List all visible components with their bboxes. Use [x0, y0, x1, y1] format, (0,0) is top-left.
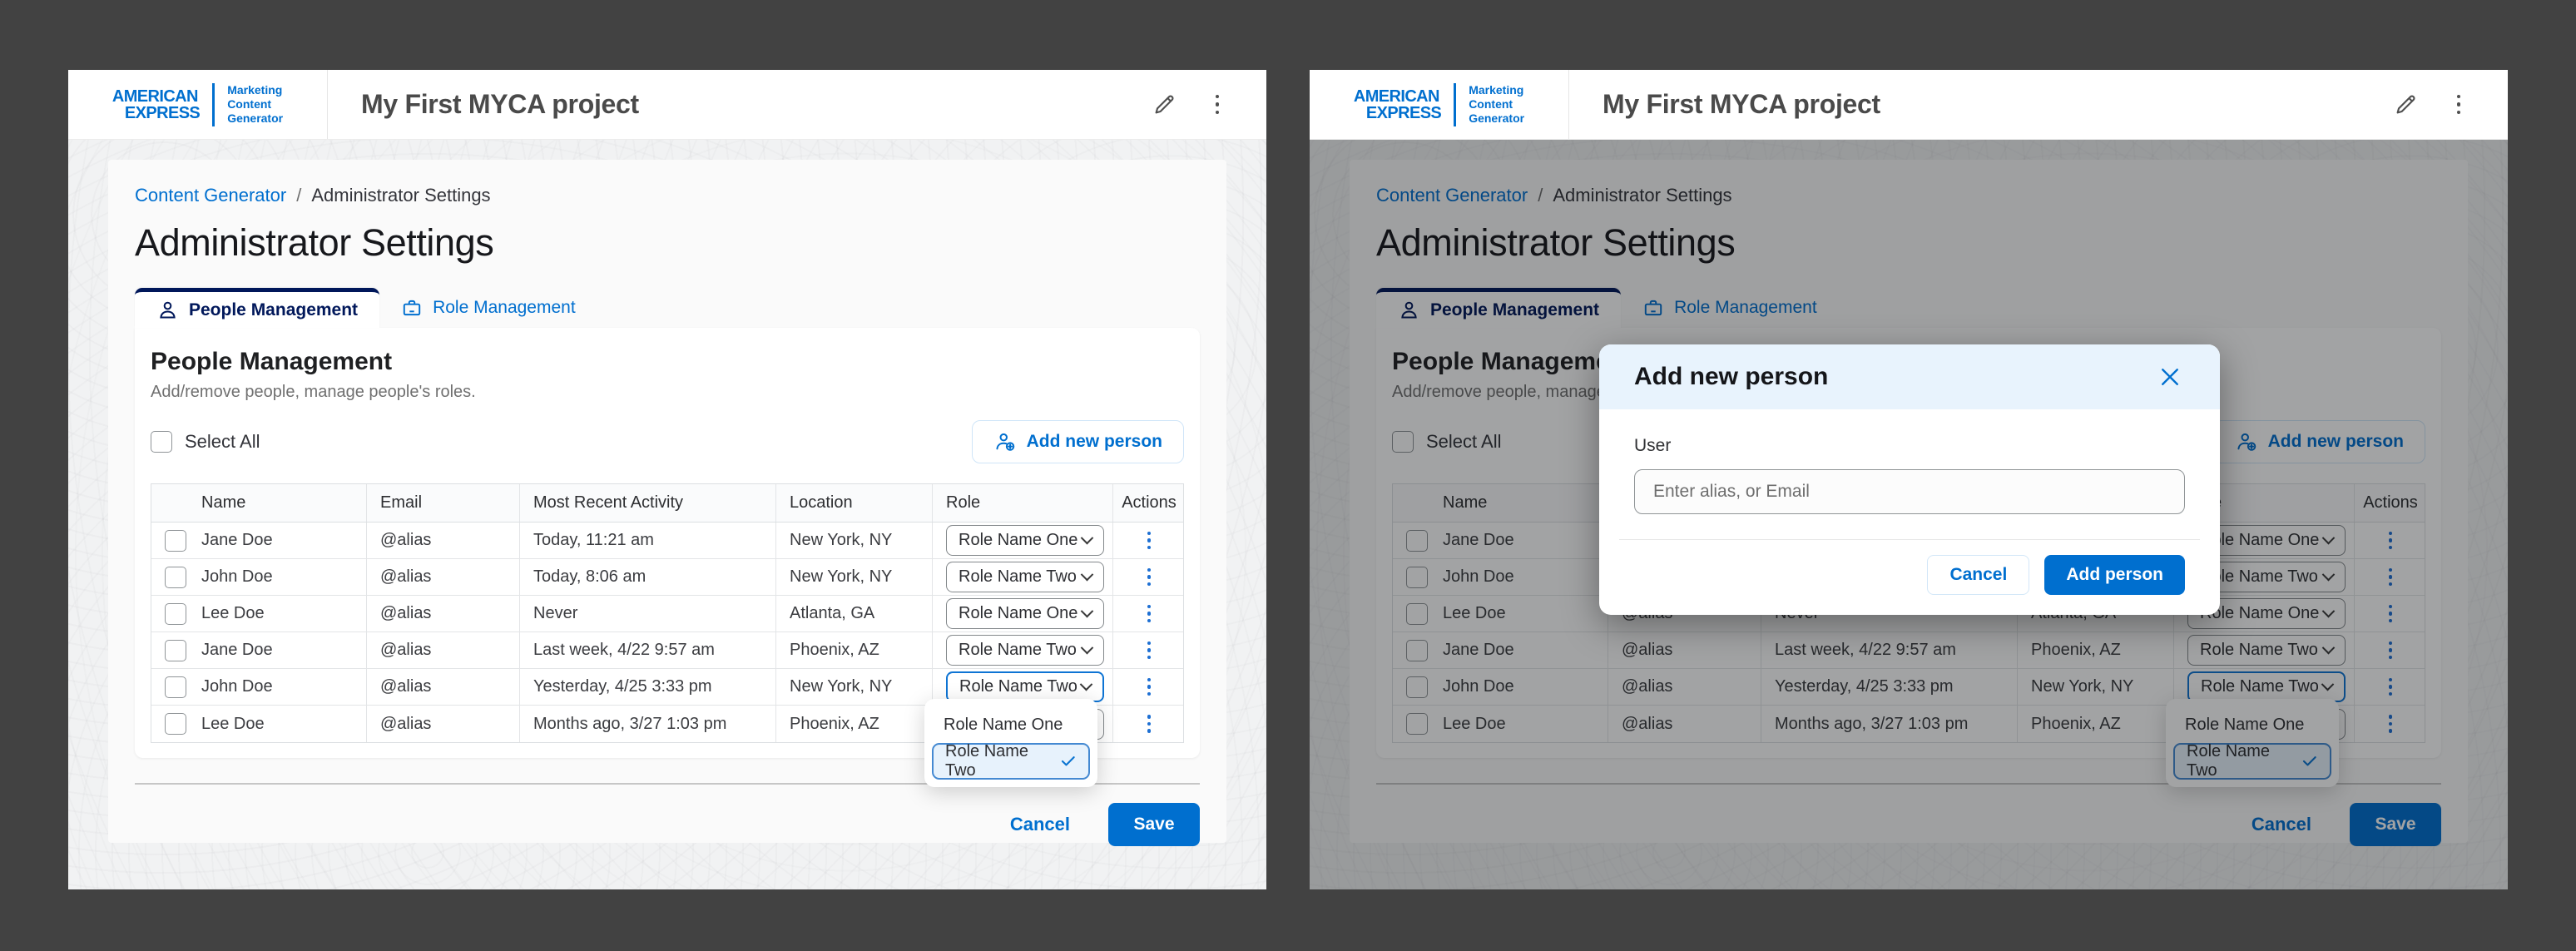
chevron-down-icon [1080, 678, 1093, 691]
person-add-icon [993, 430, 1017, 453]
project-title: My First MYCA project [361, 89, 639, 120]
row-actions-icon[interactable] [1142, 527, 1157, 555]
dropdown-option[interactable]: Role Name One [932, 706, 1090, 743]
overflow-menu-icon[interactable] [1203, 91, 1231, 119]
amex-logo: AMERICAN EXPRESS [112, 88, 200, 121]
checkmark-icon [1059, 752, 1077, 770]
row-checkbox[interactable] [165, 676, 186, 698]
save-button[interactable]: Save [1108, 803, 1200, 846]
brand-divider [212, 83, 215, 126]
header-actions [2391, 91, 2508, 119]
brand-block: AMERICAN EXPRESS Marketing Content Gener… [68, 70, 328, 139]
role-select[interactable]: Role Name Two [946, 562, 1104, 592]
edit-pencil-icon[interactable] [1150, 91, 1178, 119]
breadcrumb-separator: / [296, 185, 301, 206]
breadcrumb-link-content-generator[interactable]: Content Generator [135, 185, 286, 206]
tab-people-management[interactable]: People Management [135, 288, 379, 328]
table-row: Jane Doe @alias Today, 11:21 am New York… [151, 523, 1183, 559]
amex-logo-line1: AMERICAN [112, 88, 200, 105]
page-title: Administrator Settings [135, 221, 1200, 265]
content-area: Content Generator / Administrator Settin… [68, 140, 1266, 889]
breadcrumb-current: Administrator Settings [311, 185, 490, 206]
row-actions-icon[interactable] [1142, 673, 1157, 701]
row-actions-icon[interactable] [1142, 636, 1157, 665]
settings-panel: Content Generator / Administrator Settin… [108, 160, 1226, 843]
row-actions-icon[interactable] [1142, 563, 1157, 592]
table-controls: Select All Add new person [151, 420, 1184, 463]
table-row: John Doe @alias Today, 8:06 am New York,… [151, 559, 1183, 596]
role-select-focused[interactable]: Role Name Two [946, 671, 1104, 702]
tab-role-management[interactable]: Role Management [379, 288, 597, 328]
user-field-label: User [1634, 436, 2185, 456]
header-actions [1150, 91, 1266, 119]
tab-bar: People Management Role Management [135, 288, 1200, 328]
role-select[interactable]: Role Name Two [946, 635, 1104, 666]
modal-cancel-button[interactable]: Cancel [1927, 555, 2029, 595]
select-all-checkbox[interactable] [151, 431, 172, 453]
table-header-row: Name Email Most Recent Activity Location… [151, 484, 1183, 523]
role-dropdown-menu: Role Name One Role Name Two [924, 699, 1097, 787]
role-select[interactable]: Role Name One [946, 525, 1104, 556]
content-area: Content Generator / Administrator Settin… [1310, 140, 2508, 889]
amex-logo-line2: EXPRESS [1354, 105, 1441, 121]
amex-logo: AMERICAN EXPRESS [1354, 88, 1441, 121]
user-input[interactable] [1634, 469, 2185, 514]
table-row: Jane Doe @alias Last week, 4/22 9:57 am … [151, 632, 1183, 669]
row-checkbox[interactable] [165, 567, 186, 588]
overflow-menu-icon[interactable] [2445, 91, 2473, 119]
row-actions-icon[interactable] [1142, 600, 1157, 628]
modal-footer: Cancel Add person [1599, 540, 2220, 615]
modal-header: Add new person [1599, 344, 2220, 409]
table-row: Lee Doe @alias Never Atlanta, GA Role Na… [151, 596, 1183, 632]
row-checkbox[interactable] [165, 530, 186, 552]
chevron-down-icon [1081, 532, 1094, 545]
add-new-person-button[interactable]: Add new person [972, 420, 1184, 463]
chevron-down-icon [1081, 641, 1094, 655]
brand-block: AMERICAN EXPRESS Marketing Content Gener… [1310, 70, 1569, 139]
chevron-down-icon [1081, 568, 1094, 582]
cancel-button[interactable]: Cancel [1010, 814, 1070, 835]
amex-logo-line2: EXPRESS [112, 105, 200, 121]
app-header: AMERICAN EXPRESS Marketing Content Gener… [1310, 70, 2508, 140]
add-person-submit-button[interactable]: Add person [2044, 555, 2185, 595]
product-name: Marketing Content Generator [227, 83, 283, 126]
section-subtitle: Add/remove people, manage people's roles… [151, 383, 1184, 402]
select-all[interactable]: Select All [151, 431, 260, 453]
person-icon [156, 299, 179, 321]
row-checkbox[interactable] [165, 713, 186, 735]
row-checkbox[interactable] [165, 603, 186, 625]
brand-divider [1454, 83, 1456, 126]
edit-pencil-icon[interactable] [2391, 91, 2420, 119]
app-window-right: AMERICAN EXPRESS Marketing Content Gener… [1310, 70, 2508, 889]
breadcrumb: Content Generator / Administrator Settin… [135, 185, 1200, 206]
role-select[interactable]: Role Name One [946, 598, 1104, 629]
product-name: Marketing Content Generator [1469, 83, 1524, 126]
people-management-card: People Management Add/remove people, man… [135, 328, 1200, 758]
chevron-down-icon [1081, 605, 1094, 618]
people-table: Name Email Most Recent Activity Location… [151, 483, 1184, 743]
modal-title: Add new person [1634, 363, 1828, 391]
table-row: Lee Doe @alias Months ago, 3/27 1:03 pm … [151, 706, 1183, 742]
panel-footer: Cancel Save [135, 803, 1200, 846]
amex-logo-line1: AMERICAN [1354, 88, 1441, 105]
section-title: People Management [151, 348, 1184, 376]
app-header: AMERICAN EXPRESS Marketing Content Gener… [68, 70, 1266, 140]
row-checkbox[interactable] [165, 640, 186, 661]
briefcase-icon [401, 297, 423, 319]
add-person-modal: Add new person User Cancel Add person [1599, 344, 2220, 615]
close-icon[interactable] [2155, 362, 2185, 392]
app-window-left: AMERICAN EXPRESS Marketing Content Gener… [68, 70, 1266, 889]
dropdown-option-selected[interactable]: Role Name Two [932, 743, 1090, 780]
project-title: My First MYCA project [1603, 89, 1880, 120]
modal-body: User [1599, 409, 2220, 514]
row-actions-icon[interactable] [1142, 710, 1157, 738]
